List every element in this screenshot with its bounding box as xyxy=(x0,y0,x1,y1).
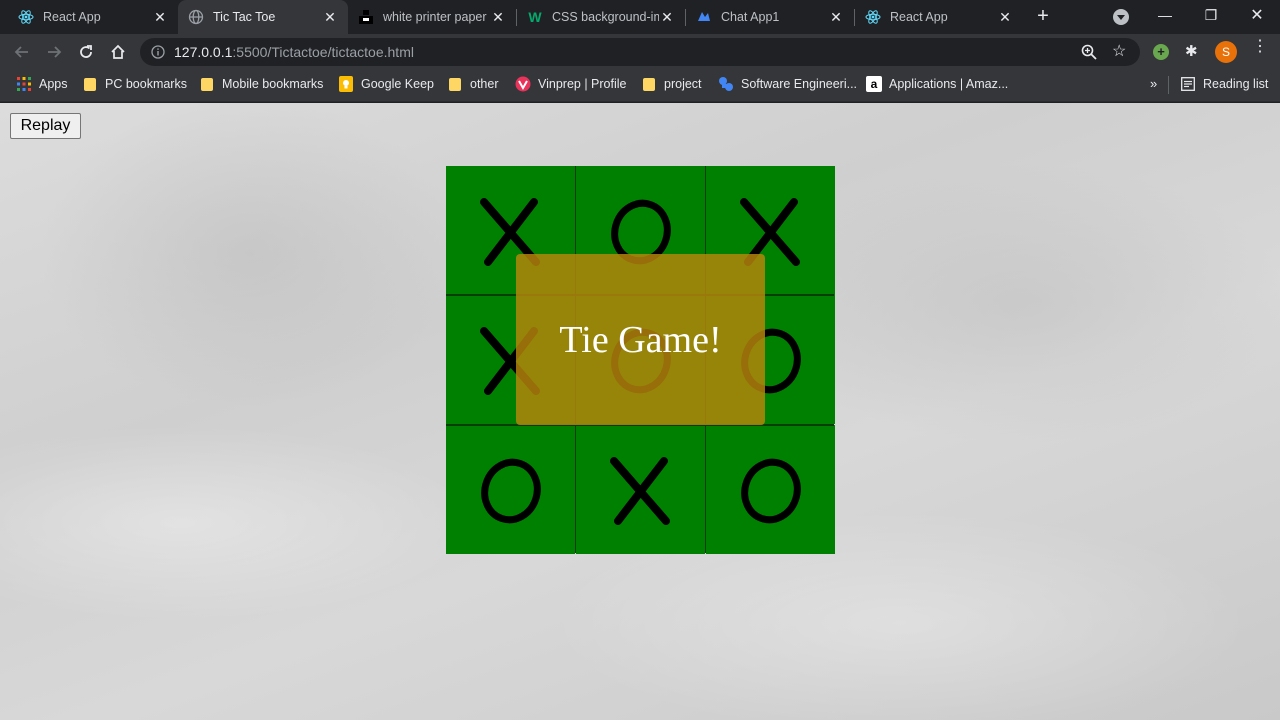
bookmark-label: Vinprep | Profile xyxy=(538,77,627,91)
tab-title: Tic Tac Toe xyxy=(213,10,276,24)
url-host: 127.0.0.1 xyxy=(174,44,233,60)
new-tab-button[interactable]: + xyxy=(1032,6,1054,28)
tab-react-app-1[interactable]: React App ✕ xyxy=(0,0,178,34)
tab-chat-app1[interactable]: Chat App1 ✕ xyxy=(686,0,854,34)
site-info-icon[interactable] xyxy=(150,44,166,60)
apps-grid-icon xyxy=(16,76,32,92)
close-tab-icon[interactable]: ✕ xyxy=(659,9,675,25)
extension-icon[interactable]: + xyxy=(1153,44,1169,60)
result-overlay: Tie Game! xyxy=(516,254,765,425)
close-tab-icon[interactable]: ✕ xyxy=(828,9,844,25)
tab-tic-tac-toe[interactable]: Tic Tac Toe ✕ xyxy=(178,0,348,34)
bookmark-apps[interactable]: Apps xyxy=(16,70,68,98)
tab-title: Chat App1 xyxy=(721,10,780,24)
more-bookmarks-icon[interactable]: » xyxy=(1150,76,1157,91)
folder-icon xyxy=(82,76,98,92)
replay-button[interactable]: Replay xyxy=(10,113,81,139)
page-content: Replay Tie Game! xyxy=(0,103,1280,720)
bookmark-google-keep[interactable]: Google Keep xyxy=(338,70,434,98)
minimize-button[interactable]: — xyxy=(1142,0,1188,30)
bookmark-applications-amazon[interactable]: a Applications | Amaz... xyxy=(866,70,1008,98)
folder-icon xyxy=(447,76,463,92)
amazon-icon: a xyxy=(866,76,882,92)
unsplash-icon xyxy=(358,9,374,25)
reading-list-icon xyxy=(1180,76,1196,92)
bookmark-label: project xyxy=(664,77,702,91)
reading-list-button[interactable]: Reading list xyxy=(1180,70,1268,98)
result-message: Tie Game! xyxy=(559,318,722,361)
extensions-puzzle-icon[interactable]: ✱ xyxy=(1185,42,1198,60)
tab-css-background[interactable]: W CSS background-im ✕ xyxy=(517,0,685,34)
home-icon[interactable] xyxy=(104,38,132,66)
window-close-button[interactable]: ✕ xyxy=(1234,0,1280,30)
bookmark-pc-bookmarks[interactable]: PC bookmarks xyxy=(82,70,187,98)
bookmark-label: PC bookmarks xyxy=(105,77,187,91)
keep-icon xyxy=(338,76,354,92)
bookmark-label: Software Engineeri... xyxy=(741,77,858,91)
board-cell-9[interactable] xyxy=(706,425,835,554)
software-icon xyxy=(718,76,734,92)
board-cell-7[interactable] xyxy=(446,425,575,554)
bookmark-label: Applications | Amaz... xyxy=(889,77,1009,91)
o-mark xyxy=(480,458,541,523)
bookmark-mobile-bookmarks[interactable]: Mobile bookmarks xyxy=(199,70,323,98)
folder-icon xyxy=(199,76,215,92)
tab-title: React App xyxy=(890,10,948,24)
address-bar[interactable]: 127.0.0.1:5500/Tictactoe/tictactoe.html … xyxy=(140,38,1140,66)
tab-search-icon[interactable] xyxy=(1113,9,1129,25)
reading-list-label: Reading list xyxy=(1203,77,1269,91)
profile-avatar[interactable]: S xyxy=(1215,41,1237,63)
globe-icon xyxy=(188,9,204,25)
tab-react-app-2[interactable]: React App ✕ xyxy=(855,0,1023,34)
w3schools-icon: W xyxy=(528,9,542,25)
bookmark-label: Mobile bookmarks xyxy=(222,77,324,91)
tab-strip: React App ✕ Tic Tac Toe ✕ white printer … xyxy=(0,0,1280,34)
url-path: :5500/Tictactoe/tictactoe.html xyxy=(232,44,414,60)
bookmark-project[interactable]: project xyxy=(641,70,702,98)
zoom-icon[interactable] xyxy=(1080,43,1098,61)
close-tab-icon[interactable]: ✕ xyxy=(490,9,506,25)
svg-text:a: a xyxy=(871,77,878,91)
o-mark xyxy=(740,458,801,523)
close-tab-icon[interactable]: ✕ xyxy=(997,9,1013,25)
tab-title: white printer paper xyxy=(383,10,487,24)
url-text: 127.0.0.1:5500/Tictactoe/tictactoe.html xyxy=(174,44,414,60)
reload-icon[interactable] xyxy=(72,38,100,66)
bookmark-vinprep[interactable]: Vinprep | Profile xyxy=(515,70,626,98)
bookmark-label: Apps xyxy=(39,77,68,91)
vinprep-icon xyxy=(515,76,531,92)
folder-icon xyxy=(641,76,657,92)
forward-icon[interactable] xyxy=(40,38,68,66)
close-tab-icon[interactable]: ✕ xyxy=(322,9,338,25)
bookmark-software-engineering[interactable]: Software Engineeri... xyxy=(718,70,857,98)
restore-button[interactable]: ❐ xyxy=(1188,0,1234,30)
bookmarks-divider xyxy=(1168,76,1169,94)
tab-white-printer-paper[interactable]: white printer paper ✕ xyxy=(348,0,516,34)
menu-kebab-icon[interactable]: ⋮ xyxy=(1252,39,1268,55)
bookmark-label: other xyxy=(470,77,499,91)
close-tab-icon[interactable]: ✕ xyxy=(152,9,168,25)
browser-toolbar: 127.0.0.1:5500/Tictactoe/tictactoe.html … xyxy=(0,34,1280,70)
bookmark-label: Google Keep xyxy=(361,77,434,91)
board-cell-8[interactable] xyxy=(576,425,705,554)
react-icon xyxy=(18,9,34,25)
x-mark xyxy=(609,456,670,525)
bookmark-star-icon[interactable]: ☆ xyxy=(1112,41,1126,61)
back-icon[interactable] xyxy=(8,38,36,66)
tab-title: React App xyxy=(43,10,101,24)
app-icon xyxy=(696,9,712,25)
react-icon xyxy=(865,9,881,25)
bookmark-other[interactable]: other xyxy=(447,70,499,98)
bookmarks-bar: Apps PC bookmarks Mobile bookmarks Googl… xyxy=(0,70,1280,102)
tab-title: CSS background-im xyxy=(552,10,659,24)
